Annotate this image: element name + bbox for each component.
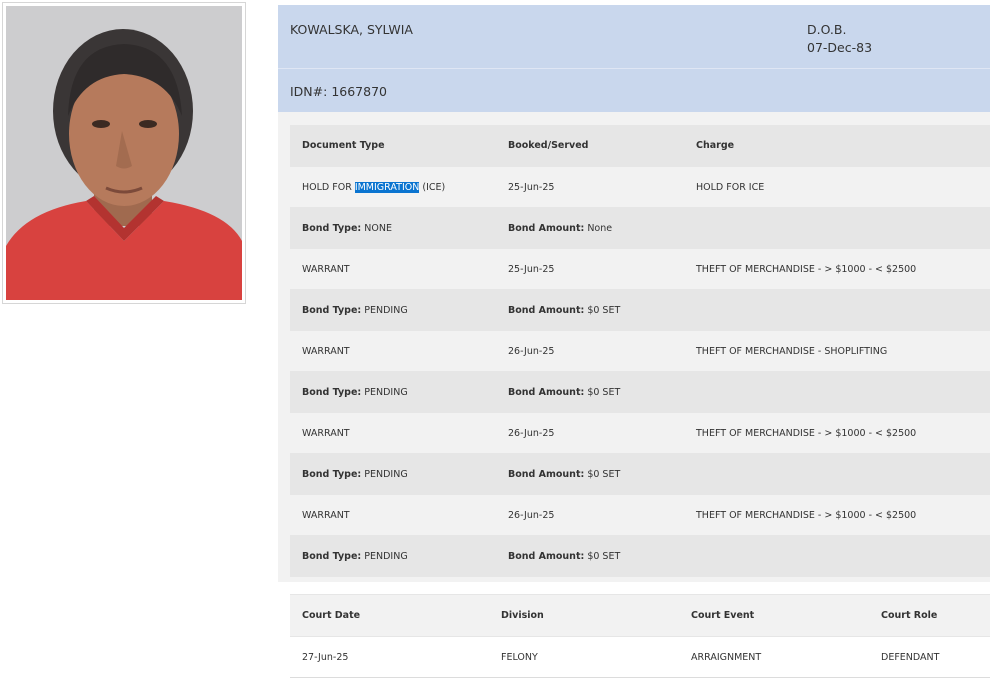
bond-type-value: PENDING bbox=[364, 304, 408, 316]
bond-row: Bond Type: PENDING Bond Amount: $0 SET bbox=[290, 371, 990, 413]
document-type: WARRANT bbox=[290, 412, 496, 454]
bond-row: Bond Type: PENDING Bond Amount: $0 SET bbox=[290, 289, 990, 331]
bond-empty-cell bbox=[684, 371, 990, 413]
col-document-type: Document Type bbox=[290, 125, 496, 167]
document-type[interactable]: HOLD FOR IMMIGRATION (ICE) bbox=[290, 166, 496, 208]
charge: HOLD FOR ICE bbox=[684, 166, 990, 208]
bond-amount: Bond Amount: $0 SET bbox=[496, 289, 684, 331]
mugshot-image bbox=[6, 6, 242, 300]
bond-empty-cell bbox=[684, 453, 990, 495]
bond-amount-value: $0 SET bbox=[587, 550, 621, 562]
charge: THEFT OF MERCHANDISE - > $1000 - < $2500 bbox=[684, 494, 990, 536]
court-table: Court Date Division Court Event Court Ro… bbox=[290, 594, 990, 678]
charge: THEFT OF MERCHANDISE - > $1000 - < $2500 bbox=[684, 248, 990, 290]
court-role: DEFENDANT bbox=[869, 636, 990, 678]
bond-type-value: PENDING bbox=[364, 386, 408, 398]
bond-type: Bond Type: PENDING bbox=[290, 535, 496, 577]
bond-type-label: Bond Type: bbox=[302, 550, 362, 562]
bond-type: Bond Type: NONE bbox=[290, 207, 496, 249]
booking-photo bbox=[6, 6, 242, 300]
bond-amount: Bond Amount: $0 SET bbox=[496, 535, 684, 577]
booked-date: 26-Jun-25 bbox=[496, 330, 684, 372]
bond-row: Bond Type: NONE Bond Amount: None bbox=[290, 207, 990, 249]
idn-number: IDN#: 1667870 bbox=[290, 84, 387, 99]
document-type: WARRANT bbox=[290, 248, 496, 290]
bond-amount-label: Bond Amount: bbox=[508, 304, 585, 316]
division: FELONY bbox=[489, 636, 679, 678]
bond-empty-cell bbox=[684, 207, 990, 249]
bond-amount-value: None bbox=[587, 222, 613, 234]
col-division: Division bbox=[489, 594, 679, 637]
bond-type-value: PENDING bbox=[364, 468, 408, 480]
document-row: WARRANT 26-Jun-25 THEFT OF MERCHANDISE -… bbox=[290, 412, 990, 454]
document-row: WARRANT 26-Jun-25 THEFT OF MERCHANDISE -… bbox=[290, 494, 990, 536]
inmate-name: KOWALSKA, SYLWIA bbox=[290, 22, 413, 37]
booked-date: 25-Jun-25 bbox=[496, 166, 684, 208]
document-type: WARRANT bbox=[290, 494, 496, 536]
bond-amount: Bond Amount: $0 SET bbox=[496, 453, 684, 495]
bond-amount-label: Bond Amount: bbox=[508, 468, 585, 480]
bond-amount: Bond Amount: $0 SET bbox=[496, 371, 684, 413]
document-row: WARRANT 25-Jun-25 THEFT OF MERCHANDISE -… bbox=[290, 248, 990, 290]
bond-amount-label: Bond Amount: bbox=[508, 386, 585, 398]
booked-date: 26-Jun-25 bbox=[496, 412, 684, 454]
booked-date: 26-Jun-25 bbox=[496, 494, 684, 536]
bond-type-label: Bond Type: bbox=[302, 386, 362, 398]
bond-amount-value: $0 SET bbox=[587, 304, 621, 316]
bond-type: Bond Type: PENDING bbox=[290, 453, 496, 495]
court-date: 27-Jun-25 bbox=[290, 636, 489, 678]
bond-amount-value: $0 SET bbox=[587, 386, 621, 398]
col-court-event: Court Event bbox=[679, 594, 869, 637]
bond-row: Bond Type: PENDING Bond Amount: $0 SET bbox=[290, 535, 990, 577]
selected-text[interactable]: IMMIGRATION bbox=[354, 181, 420, 193]
document-type-text: HOLD FOR bbox=[302, 181, 355, 193]
bond-empty-cell bbox=[684, 535, 990, 577]
bond-type-label: Bond Type: bbox=[302, 468, 362, 480]
bond-type-value: PENDING bbox=[364, 550, 408, 562]
bond-type-value: NONE bbox=[364, 222, 392, 234]
col-booked-served: Booked/Served bbox=[496, 125, 684, 167]
inmate-header: KOWALSKA, SYLWIA D.O.B. 07-Dec-83 IDN#: … bbox=[278, 5, 990, 112]
bond-type-label: Bond Type: bbox=[302, 222, 362, 234]
bond-amount: Bond Amount: None bbox=[496, 207, 684, 249]
bond-type-label: Bond Type: bbox=[302, 304, 362, 316]
document-type-text: (ICE) bbox=[419, 181, 446, 193]
document-row: HOLD FOR IMMIGRATION (ICE) 25-Jun-25 HOL… bbox=[290, 166, 990, 208]
court-header-row: Court Date Division Court Event Court Ro… bbox=[290, 594, 990, 637]
documents-table: Document Type Booked/Served Charge HOLD … bbox=[290, 125, 990, 577]
dob-label: D.O.B. bbox=[807, 22, 847, 37]
documents-header-row: Document Type Booked/Served Charge bbox=[290, 125, 990, 167]
document-row: WARRANT 26-Jun-25 THEFT OF MERCHANDISE -… bbox=[290, 330, 990, 372]
booking-photo-frame bbox=[2, 2, 246, 304]
document-type: WARRANT bbox=[290, 330, 496, 372]
bond-amount-label: Bond Amount: bbox=[508, 550, 585, 562]
bond-row: Bond Type: PENDING Bond Amount: $0 SET bbox=[290, 453, 990, 495]
bond-amount-value: $0 SET bbox=[587, 468, 621, 480]
court-row: 27-Jun-25 FELONY ARRAIGNMENT DEFENDANT bbox=[290, 636, 990, 678]
bond-type: Bond Type: PENDING bbox=[290, 289, 496, 331]
charge: THEFT OF MERCHANDISE - SHOPLIFTING bbox=[684, 330, 990, 372]
inmate-detail-panel: KOWALSKA, SYLWIA D.O.B. 07-Dec-83 IDN#: … bbox=[278, 5, 990, 582]
booked-date: 25-Jun-25 bbox=[496, 248, 684, 290]
col-charge: Charge bbox=[684, 125, 990, 167]
header-divider bbox=[278, 68, 990, 69]
dob-value: 07-Dec-83 bbox=[807, 40, 873, 55]
col-court-role: Court Role bbox=[869, 594, 990, 637]
bond-empty-cell bbox=[684, 289, 990, 331]
court-event: ARRAIGNMENT bbox=[679, 636, 869, 678]
bond-type: Bond Type: PENDING bbox=[290, 371, 496, 413]
charge: THEFT OF MERCHANDISE - > $1000 - < $2500 bbox=[684, 412, 990, 454]
col-court-date: Court Date bbox=[290, 594, 489, 637]
bond-amount-label: Bond Amount: bbox=[508, 222, 585, 234]
